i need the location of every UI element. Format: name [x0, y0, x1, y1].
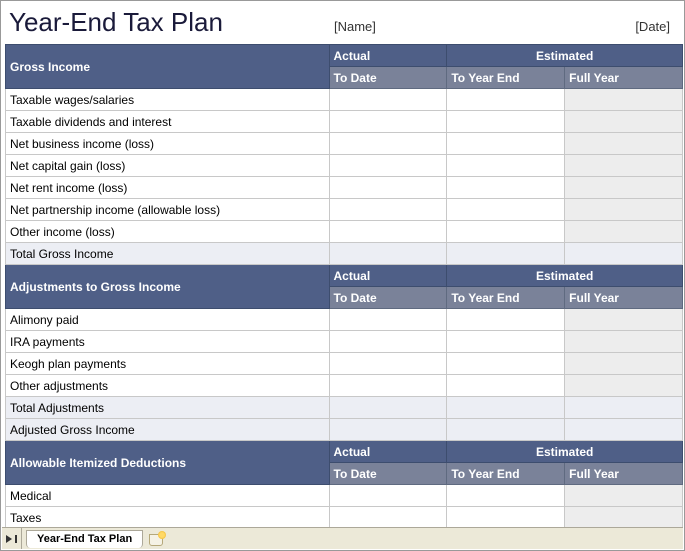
document-title: Year-End Tax Plan: [9, 7, 334, 38]
cell[interactable]: [329, 375, 447, 397]
total-cell: [447, 397, 565, 419]
row-label: Net business income (loss): [6, 133, 330, 155]
title-row: Year-End Tax Plan [Name] [Date]: [3, 3, 682, 44]
col-actual: Actual: [329, 45, 447, 67]
cell[interactable]: [447, 309, 565, 331]
tax-plan-table: Gross IncomeActualEstimatedTo DateTo Yea…: [5, 44, 683, 529]
cell[interactable]: [329, 507, 447, 529]
col-to-date: To Date: [329, 287, 447, 309]
section-title: Allowable Itemized Deductions: [6, 441, 330, 485]
cell[interactable]: [447, 111, 565, 133]
cell[interactable]: [329, 485, 447, 507]
cell[interactable]: [565, 375, 683, 397]
row-label: Other income (loss): [6, 221, 330, 243]
total-cell: [447, 243, 565, 265]
row-label: Net partnership income (allowable loss): [6, 199, 330, 221]
col-full-year: Full Year: [565, 67, 683, 89]
cell[interactable]: [447, 177, 565, 199]
col-to-date: To Date: [329, 67, 447, 89]
row-label: Alimony paid: [6, 309, 330, 331]
cell[interactable]: [329, 199, 447, 221]
sheet-tab-label: Year-End Tax Plan: [37, 533, 132, 545]
cell[interactable]: [329, 353, 447, 375]
section-title: Gross Income: [6, 45, 330, 89]
total-cell: [565, 397, 683, 419]
row-label: Medical: [6, 485, 330, 507]
cell[interactable]: [447, 353, 565, 375]
total-cell: [329, 243, 447, 265]
cell[interactable]: [329, 155, 447, 177]
cell[interactable]: [329, 331, 447, 353]
cell[interactable]: [447, 507, 565, 529]
cell[interactable]: [565, 331, 683, 353]
date-placeholder: [Date]: [635, 19, 676, 34]
sheet-tab[interactable]: Year-End Tax Plan: [26, 530, 143, 548]
cell[interactable]: [565, 177, 683, 199]
cell[interactable]: [565, 353, 683, 375]
sheet-nav-buttons[interactable]: [2, 528, 22, 549]
cell[interactable]: [565, 133, 683, 155]
col-actual: Actual: [329, 441, 447, 463]
cell[interactable]: [447, 155, 565, 177]
total-cell: [565, 419, 683, 441]
total-cell: [329, 397, 447, 419]
cell[interactable]: [447, 89, 565, 111]
total-label: Total Gross Income: [6, 243, 330, 265]
row-label: Keogh plan payments: [6, 353, 330, 375]
cell[interactable]: [447, 199, 565, 221]
cell[interactable]: [565, 221, 683, 243]
col-to-date: To Date: [329, 463, 447, 485]
row-label: Taxes: [6, 507, 330, 529]
total-cell: [329, 419, 447, 441]
cell[interactable]: [447, 375, 565, 397]
col-to-year-end: To Year End: [447, 463, 565, 485]
cell[interactable]: [565, 111, 683, 133]
col-actual: Actual: [329, 265, 447, 287]
col-estimated: Estimated: [447, 265, 683, 287]
row-label: Taxable wages/salaries: [6, 89, 330, 111]
col-to-year-end: To Year End: [447, 287, 565, 309]
total-label: Adjusted Gross Income: [6, 419, 330, 441]
row-label: Net rent income (loss): [6, 177, 330, 199]
col-estimated: Estimated: [447, 45, 683, 67]
cell[interactable]: [329, 89, 447, 111]
cell[interactable]: [565, 199, 683, 221]
cell[interactable]: [329, 221, 447, 243]
row-label: Taxable dividends and interest: [6, 111, 330, 133]
cell[interactable]: [565, 507, 683, 529]
cell[interactable]: [329, 111, 447, 133]
total-cell: [565, 243, 683, 265]
cell[interactable]: [565, 485, 683, 507]
col-full-year: Full Year: [565, 463, 683, 485]
row-label: IRA payments: [6, 331, 330, 353]
nav-last-icon[interactable]: [15, 535, 17, 543]
sheet-tab-bar: Year-End Tax Plan: [2, 527, 683, 549]
cell[interactable]: [329, 177, 447, 199]
total-label: Total Adjustments: [6, 397, 330, 419]
cell[interactable]: [565, 309, 683, 331]
cell[interactable]: [447, 331, 565, 353]
row-label: Net capital gain (loss): [6, 155, 330, 177]
cell[interactable]: [329, 133, 447, 155]
cell[interactable]: [329, 309, 447, 331]
cell[interactable]: [447, 485, 565, 507]
row-label: Other adjustments: [6, 375, 330, 397]
col-to-year-end: To Year End: [447, 67, 565, 89]
col-estimated: Estimated: [447, 441, 683, 463]
cell[interactable]: [565, 155, 683, 177]
cell[interactable]: [447, 133, 565, 155]
section-title: Adjustments to Gross Income: [6, 265, 330, 309]
col-full-year: Full Year: [565, 287, 683, 309]
cell[interactable]: [565, 89, 683, 111]
total-cell: [447, 419, 565, 441]
nav-next-icon[interactable]: [6, 535, 12, 543]
new-sheet-icon[interactable]: [149, 532, 165, 546]
cell[interactable]: [447, 221, 565, 243]
name-placeholder: [Name]: [334, 19, 484, 34]
